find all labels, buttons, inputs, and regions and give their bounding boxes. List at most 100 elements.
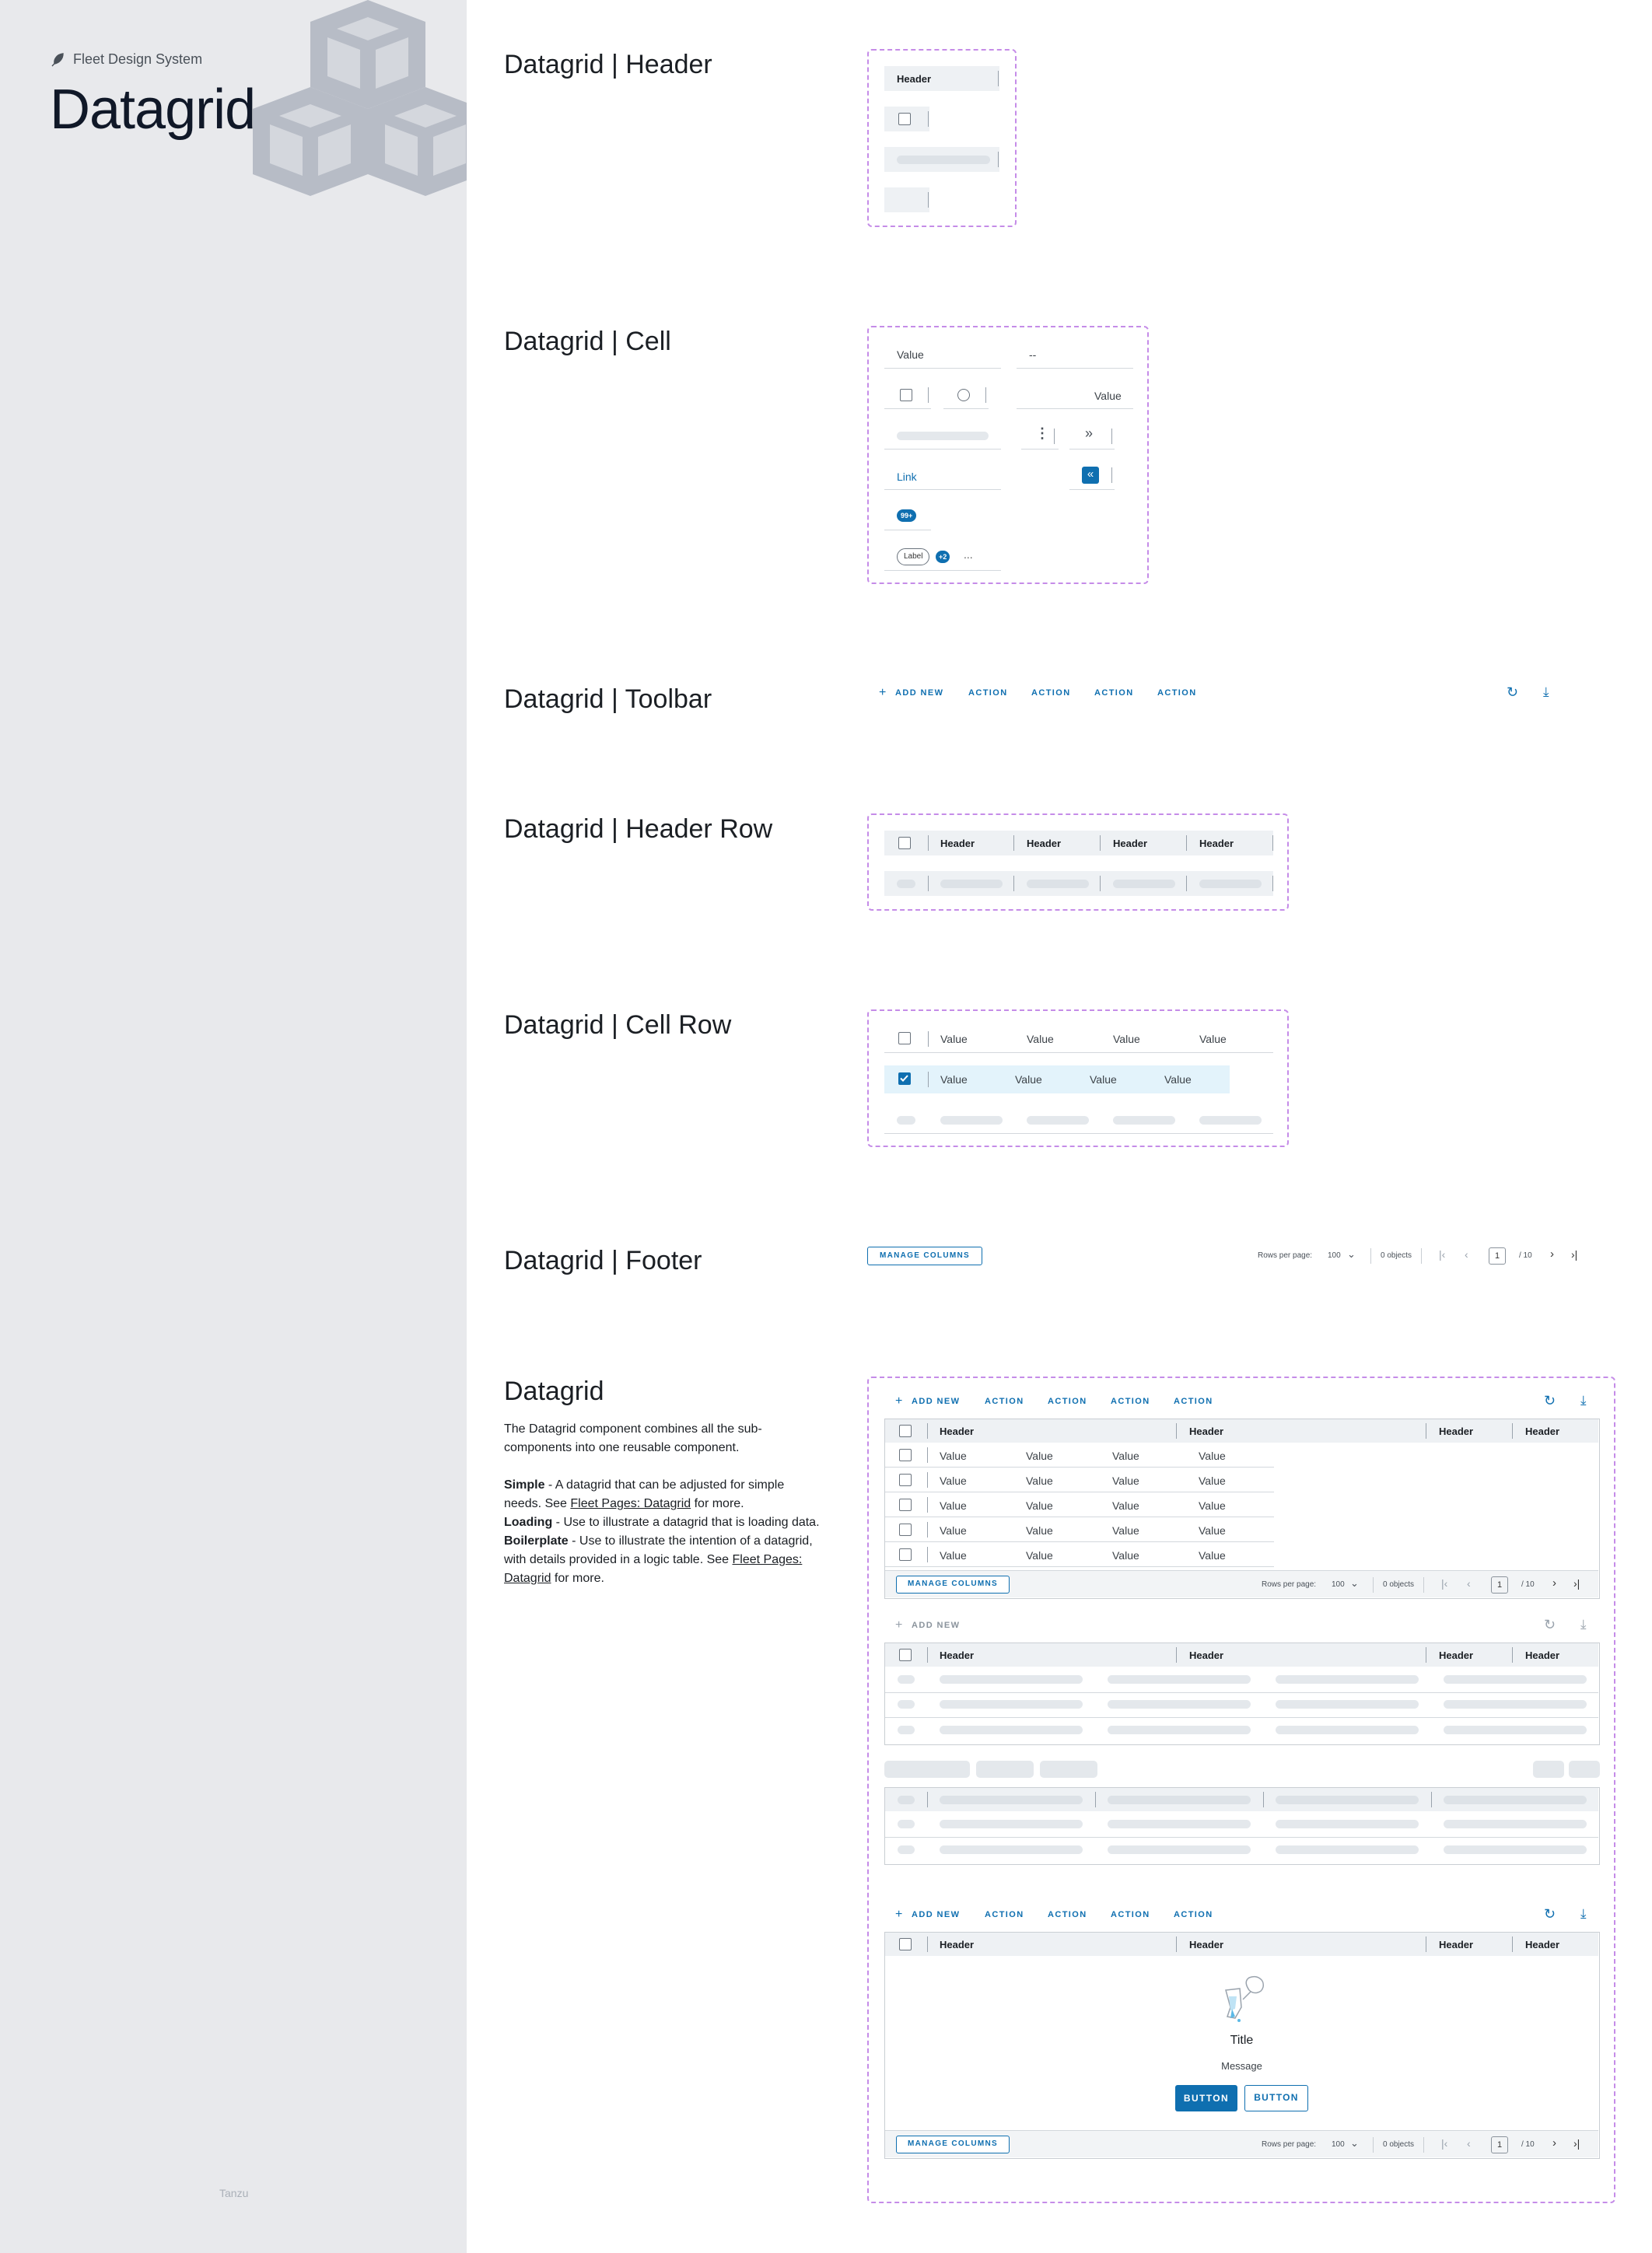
next-page-icon[interactable]: › (1552, 2136, 1556, 2150)
chevron-down-icon[interactable]: ⌄ (1350, 2137, 1359, 2150)
loading-text: - Use to illustrate a datagrid that is l… (552, 1516, 820, 1529)
select-all-checkbox[interactable] (898, 113, 911, 125)
column-header-3[interactable]: Header (1439, 1426, 1473, 1437)
next-page-icon[interactable]: › (1550, 1247, 1554, 1261)
page-input[interactable]: 1 (1489, 1247, 1506, 1265)
column-header-1[interactable]: Header (940, 1426, 974, 1437)
page-input[interactable]: 1 (1491, 2136, 1508, 2153)
column-header-2[interactable]: Header (1189, 1939, 1223, 1950)
last-page-icon[interactable]: ›| (1573, 2137, 1580, 2150)
previous-page-icon[interactable]: ‹ (1465, 1248, 1468, 1261)
page-title: Datagrid (50, 79, 256, 141)
rows-per-page-select[interactable]: 100 (1328, 1251, 1341, 1260)
row-checkbox[interactable] (898, 1032, 911, 1044)
column-header-4[interactable]: Header (1525, 1650, 1559, 1661)
page-input[interactable]: 1 (1491, 1576, 1508, 1594)
column-header-4[interactable]: Header (1525, 1426, 1559, 1437)
column-header-4[interactable]: Header (1525, 1939, 1559, 1950)
row-radio[interactable] (957, 389, 970, 401)
refresh-icon[interactable]: ↻ (1544, 1617, 1556, 1633)
column-header-3[interactable]: Header (1113, 838, 1147, 849)
last-page-icon[interactable]: ›| (1573, 1577, 1580, 1590)
cell-row[interactable]: Value Value Value Value (884, 1025, 1273, 1053)
manage-columns-button[interactable]: MANAGE COLUMNS (896, 2136, 1010, 2153)
row-checkbox[interactable] (899, 1524, 912, 1536)
header-cell[interactable]: Header (884, 66, 999, 91)
row-checkbox[interactable] (899, 1449, 912, 1461)
expand-icon[interactable]: » (1085, 425, 1093, 442)
download-icon[interactable]: ⤓ (1543, 684, 1549, 700)
first-page-icon[interactable]: |‹ (1439, 1248, 1445, 1261)
column-header-2[interactable]: Header (1189, 1650, 1223, 1661)
kebab-icon[interactable]: ⋮ (1035, 425, 1049, 442)
action-button-3[interactable]: ACTION (1094, 688, 1134, 698)
action-button-2[interactable]: ACTION (1048, 1397, 1087, 1406)
action-button-4[interactable]: ACTION (1174, 1397, 1213, 1406)
primary-button[interactable]: BUTTON (1175, 2085, 1237, 2111)
manage-columns-button[interactable]: MANAGE COLUMNS (867, 1247, 982, 1265)
cell-value: Value (1112, 1524, 1139, 1537)
action-button-3[interactable]: ACTION (1111, 1397, 1150, 1406)
refresh-icon[interactable]: ↻ (1544, 1906, 1556, 1922)
download-icon[interactable]: ⤓ (1580, 1617, 1587, 1632)
column-header-1[interactable]: Header (940, 1650, 974, 1661)
column-header-4[interactable]: Header (1199, 838, 1234, 849)
rows-per-page-select[interactable]: 100 (1332, 1580, 1345, 1589)
simple-datagrid: Header Header Header Header Value Value … (884, 1419, 1600, 1599)
select-all-checkbox[interactable] (899, 1938, 912, 1950)
table-row[interactable]: Value Value Value Value (885, 1468, 1274, 1492)
chevron-down-icon[interactable]: ⌄ (1347, 1248, 1356, 1261)
secondary-button[interactable]: BUTTON (1244, 2085, 1308, 2111)
action-button-4[interactable]: ACTION (1174, 1910, 1213, 1919)
add-new-button[interactable]: ADD NEW (912, 1910, 960, 1919)
previous-page-icon[interactable]: ‹ (1467, 2137, 1471, 2150)
add-new-button[interactable]: ADD NEW (895, 688, 943, 698)
toolbar-demo: + ADD NEW ACTION ACTION ACTION ACTION ↻ … (867, 678, 1583, 709)
add-new-button-disabled[interactable]: ADD NEW (912, 1621, 960, 1630)
column-header-3[interactable]: Header (1439, 1939, 1473, 1950)
table-row[interactable]: Value Value Value Value (885, 1492, 1274, 1517)
column-header-2[interactable]: Header (1189, 1426, 1223, 1437)
column-header-1[interactable]: Header (940, 1939, 974, 1950)
row-checkbox-checked[interactable] (898, 1072, 911, 1085)
empty-state-message: Message (1221, 2060, 1262, 2072)
action-button-2[interactable]: ACTION (1031, 688, 1071, 698)
row-checkbox[interactable] (900, 389, 912, 401)
cell-link[interactable]: Link (897, 471, 917, 483)
table-row[interactable]: Value Value Value Value (885, 1517, 1274, 1542)
first-page-icon[interactable]: |‹ (1441, 1577, 1447, 1590)
fleet-pages-link[interactable]: Fleet Pages: Datagrid (570, 1497, 691, 1510)
action-button-3[interactable]: ACTION (1111, 1910, 1150, 1919)
row-checkbox[interactable] (899, 1499, 912, 1511)
action-button-4[interactable]: ACTION (1157, 688, 1197, 698)
row-checkbox[interactable] (899, 1474, 912, 1486)
action-button-2[interactable]: ACTION (1048, 1910, 1087, 1919)
manage-columns-button[interactable]: MANAGE COLUMNS (896, 1576, 1010, 1594)
rows-per-page-select[interactable]: 100 (1332, 2140, 1345, 2149)
download-icon[interactable]: ⤓ (1580, 1393, 1587, 1408)
refresh-icon[interactable]: ↻ (1544, 1393, 1556, 1409)
column-header-1[interactable]: Header (940, 838, 975, 849)
action-button-1[interactable]: ACTION (985, 1397, 1024, 1406)
table-row[interactable]: Value Value Value Value (885, 1542, 1274, 1567)
table-row[interactable]: Value Value Value Value (885, 1443, 1274, 1468)
select-all-checkbox[interactable] (898, 837, 911, 849)
select-all-checkbox[interactable] (899, 1649, 912, 1661)
download-icon[interactable]: ⤓ (1580, 1906, 1587, 1922)
cell-row-selected[interactable]: Value Value Value Value (884, 1065, 1230, 1093)
first-page-icon[interactable]: |‹ (1441, 2137, 1447, 2150)
add-new-button[interactable]: ADD NEW (912, 1397, 960, 1406)
column-header-2[interactable]: Header (1027, 838, 1061, 849)
cell-value: Value (1199, 1450, 1226, 1462)
collapse-icon[interactable]: « (1082, 467, 1099, 484)
last-page-icon[interactable]: ›| (1571, 1248, 1577, 1261)
row-checkbox[interactable] (899, 1548, 912, 1561)
chevron-down-icon[interactable]: ⌄ (1350, 1577, 1359, 1590)
action-button-1[interactable]: ACTION (968, 688, 1008, 698)
previous-page-icon[interactable]: ‹ (1467, 1577, 1471, 1590)
select-all-checkbox[interactable] (899, 1425, 912, 1437)
action-button-1[interactable]: ACTION (985, 1910, 1024, 1919)
column-header-3[interactable]: Header (1439, 1650, 1473, 1661)
refresh-icon[interactable]: ↻ (1507, 684, 1518, 701)
next-page-icon[interactable]: › (1552, 1576, 1556, 1590)
